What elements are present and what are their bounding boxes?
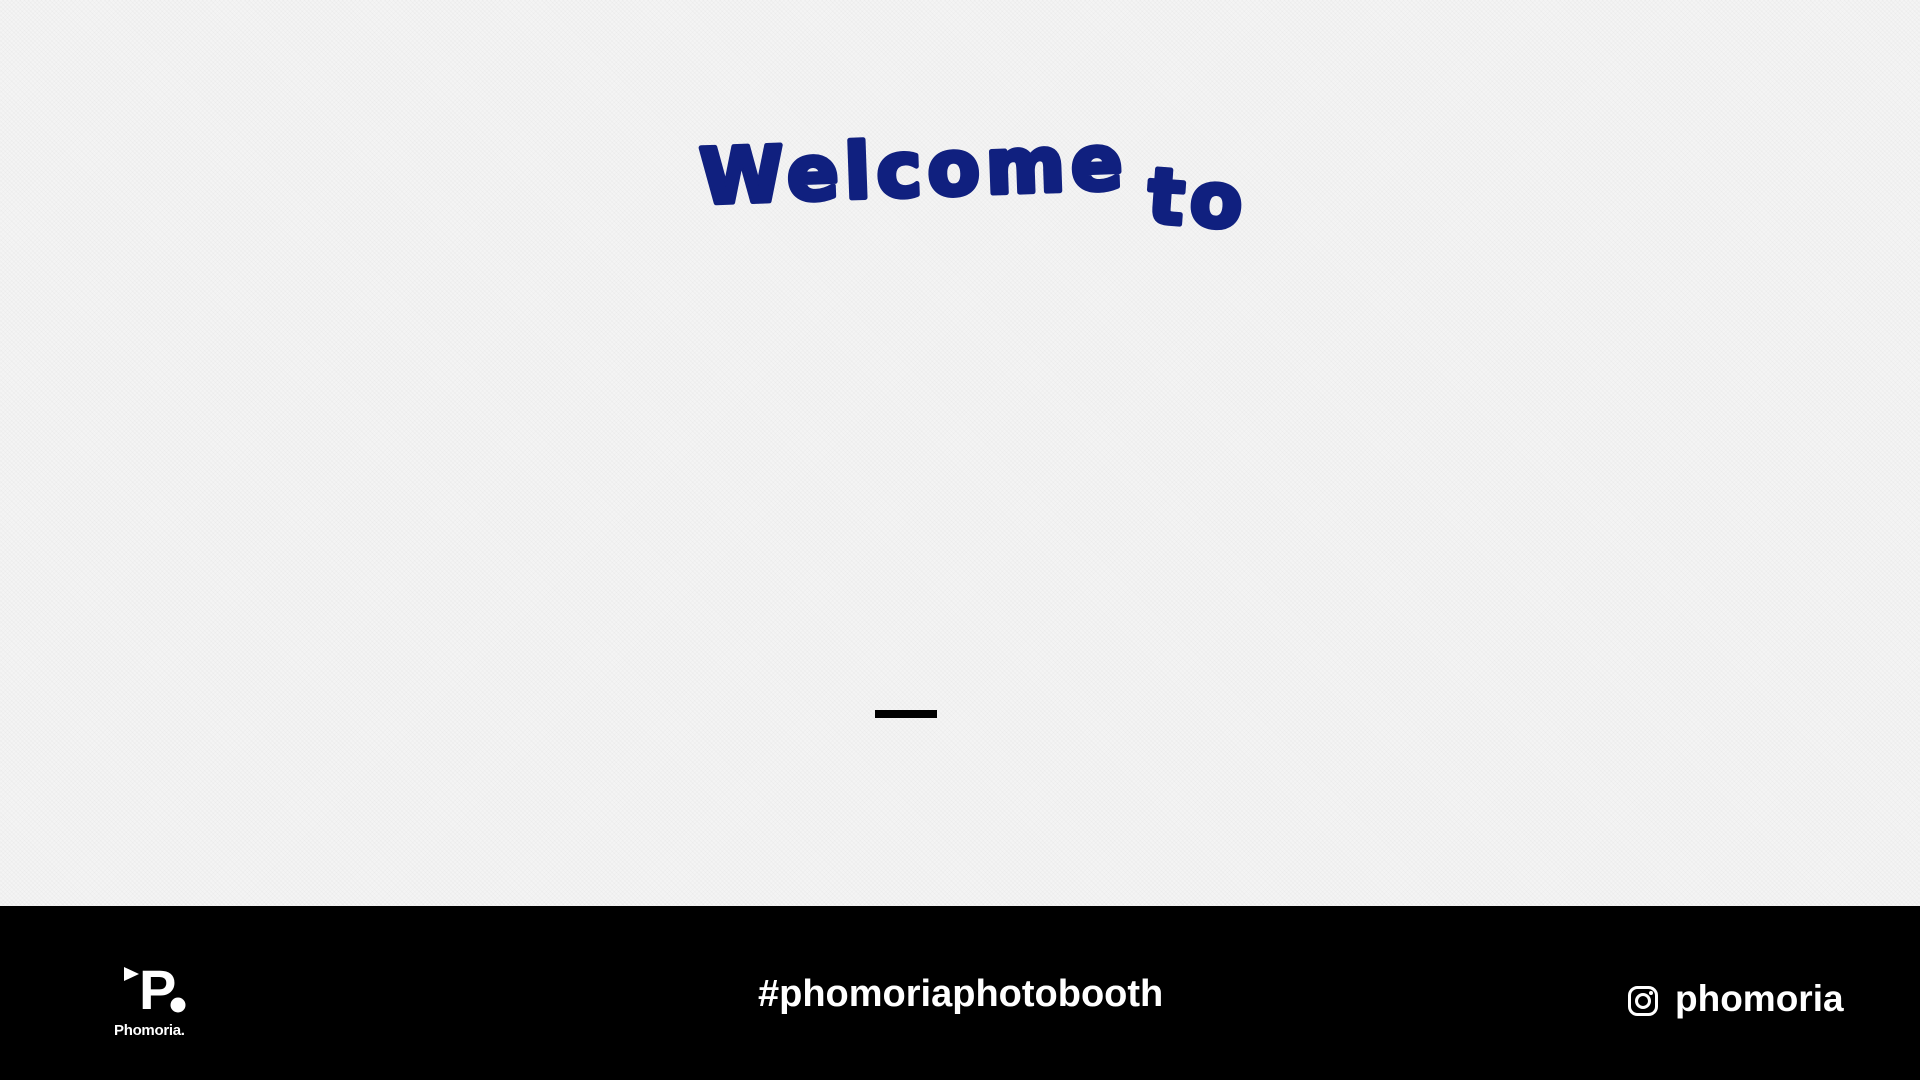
logo-letter: P [139, 961, 176, 1017]
handle-text: phomoria [1675, 977, 1844, 1019]
welcome-heading: Welcome to [696, 115, 1254, 249]
to-word: to [1145, 151, 1252, 247]
photobooth-screen: Welcome to P Phomoria. #phomoriaphotoboo… [0, 0, 1920, 1080]
instagram-handle: phomoria [1627, 975, 1844, 1021]
phomoria-logo: P Phomoria. [114, 961, 196, 1045]
welcome-word: Welcome [698, 117, 1130, 221]
welcome-canvas: Welcome to [0, 0, 1920, 906]
cursor-dash [875, 710, 937, 718]
hashtag-text: #phomoriaphotobooth [758, 973, 1164, 1015]
brand-name: Phomoria. [114, 1022, 185, 1039]
instagram-icon [1628, 986, 1658, 1016]
logo-mark-icon: P [124, 961, 186, 1017]
footer-bar: P Phomoria. #phomoriaphotobooth phomoria [0, 906, 1920, 1080]
